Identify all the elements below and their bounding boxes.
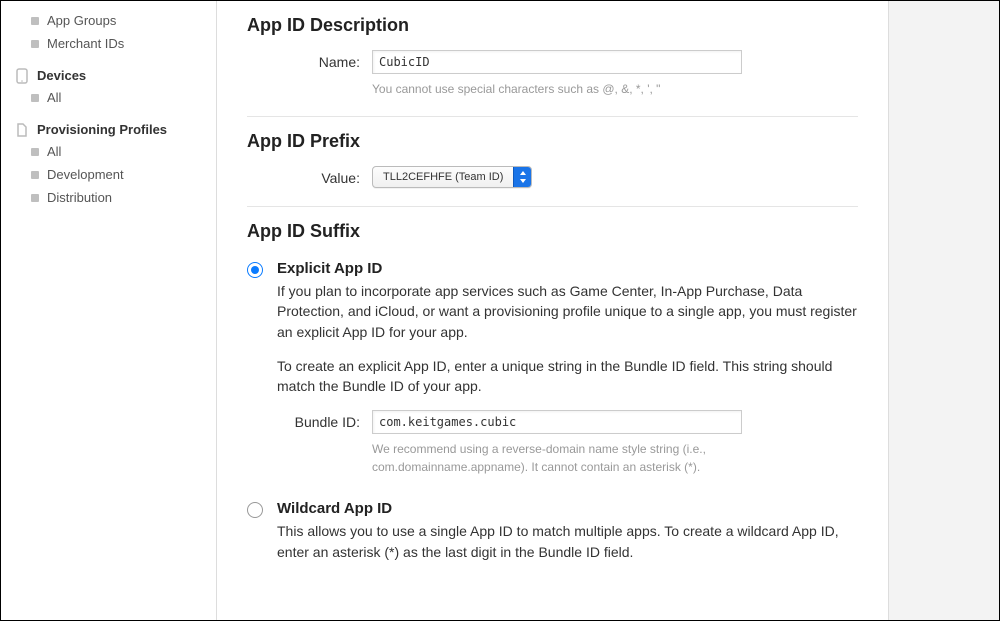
wildcard-title: Wildcard App ID — [277, 500, 858, 517]
sidebar-item-label: All — [47, 90, 61, 105]
sidebar-item-label: All — [47, 144, 61, 159]
main-content: App ID Description Name: You cannot use … — [216, 1, 889, 620]
right-gutter — [889, 1, 999, 620]
dropdown-arrows-icon — [513, 167, 531, 187]
name-help-text: You cannot use special characters such a… — [372, 80, 858, 98]
radio-option-wildcard: Wildcard App ID This allows you to use a… — [247, 500, 858, 576]
name-label: Name: — [247, 50, 372, 70]
bullet-icon — [31, 148, 39, 156]
radio-option-explicit: Explicit App ID If you plan to incorpora… — [247, 260, 858, 480]
section-app-id-description: App ID Description Name: You cannot use … — [247, 1, 858, 116]
bundle-id-input[interactable] — [372, 410, 742, 434]
section-title: App ID Suffix — [247, 221, 858, 242]
bundle-id-label: Bundle ID: — [277, 410, 372, 430]
section-app-id-prefix: App ID Prefix Value: TLL2CEFHFE (Team ID… — [247, 116, 858, 206]
name-input[interactable] — [372, 50, 742, 74]
sidebar-item-provisioning-development[interactable]: Development — [1, 163, 216, 186]
prefix-selected-value: TLL2CEFHFE (Team ID) — [373, 171, 513, 183]
sidebar: App Groups Merchant IDs Devices All — [1, 1, 216, 620]
wildcard-description: This allows you to use a single App ID t… — [277, 521, 858, 562]
document-icon — [15, 123, 29, 137]
bullet-icon — [31, 94, 39, 102]
sidebar-group-devices: Devices All — [1, 65, 216, 109]
sidebar-item-label: App Groups — [47, 13, 116, 28]
sidebar-item-label: Merchant IDs — [47, 36, 124, 51]
form-row-bundle-id: Bundle ID: We recommend using a reverse-… — [277, 410, 858, 476]
sidebar-heading-devices[interactable]: Devices — [1, 65, 216, 86]
sidebar-item-label: Development — [47, 167, 124, 182]
sidebar-item-devices-all[interactable]: All — [1, 86, 216, 109]
sidebar-heading-label: Devices — [37, 68, 86, 83]
explicit-description-1: If you plan to incorporate app services … — [277, 281, 858, 342]
bullet-icon — [31, 17, 39, 25]
radio-explicit-app-id[interactable] — [247, 262, 263, 278]
app-window: App Groups Merchant IDs Devices All — [0, 0, 1000, 621]
form-row-value: Value: TLL2CEFHFE (Team ID) — [247, 166, 858, 188]
prefix-select[interactable]: TLL2CEFHFE (Team ID) — [372, 166, 532, 188]
value-label: Value: — [247, 166, 372, 186]
explicit-description-2: To create an explicit App ID, enter a un… — [277, 356, 858, 397]
bullet-icon — [31, 194, 39, 202]
sidebar-group-provisioning: Provisioning Profiles All Development Di… — [1, 119, 216, 209]
sidebar-item-provisioning-all[interactable]: All — [1, 140, 216, 163]
sidebar-heading-provisioning[interactable]: Provisioning Profiles — [1, 119, 216, 140]
bullet-icon — [31, 171, 39, 179]
explicit-title: Explicit App ID — [277, 260, 858, 277]
section-title: App ID Description — [247, 15, 858, 36]
section-title: App ID Prefix — [247, 131, 858, 152]
sidebar-item-provisioning-distribution[interactable]: Distribution — [1, 186, 216, 209]
bullet-icon — [31, 40, 39, 48]
sidebar-group-initial: App Groups Merchant IDs — [1, 9, 216, 55]
radio-wildcard-app-id[interactable] — [247, 502, 263, 518]
sidebar-item-app-groups[interactable]: App Groups — [1, 9, 216, 32]
device-icon — [15, 69, 29, 83]
sidebar-heading-label: Provisioning Profiles — [37, 122, 167, 137]
bundle-id-help-text: We recommend using a reverse-domain name… — [372, 440, 742, 476]
form-row-name: Name: You cannot use special characters … — [247, 50, 858, 98]
section-app-id-suffix: App ID Suffix Explicit App ID If you pla… — [247, 206, 858, 590]
sidebar-item-merchant-ids[interactable]: Merchant IDs — [1, 32, 216, 55]
sidebar-item-label: Distribution — [47, 190, 112, 205]
